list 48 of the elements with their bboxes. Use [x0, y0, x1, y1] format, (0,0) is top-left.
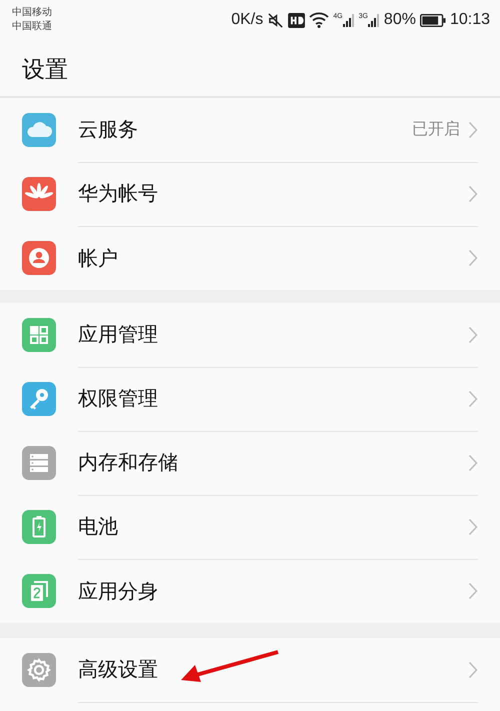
settings-item[interactable]: 华为帐号 [78, 162, 478, 226]
chevron-icon [468, 326, 478, 344]
chevron-icon [468, 184, 478, 202]
settings-item[interactable]: 电池 [78, 494, 478, 560]
battery-icon [420, 14, 446, 26]
item-label: 云服务 [78, 116, 138, 143]
chevron-icon [468, 390, 478, 408]
chevron-icon [468, 518, 478, 536]
chevron-icon [468, 660, 478, 678]
settings-item[interactable]: 权限管理 [78, 366, 478, 432]
item-label: 帐户 [78, 244, 118, 272]
chevron-icon [468, 120, 478, 138]
cloud-icon [22, 113, 56, 147]
item-label: 权限管理 [78, 385, 158, 412]
key-icon [22, 382, 56, 416]
battery-percent: 80% [384, 11, 416, 29]
carrier-name: 中国联通 [12, 20, 52, 34]
chevron-icon [468, 249, 478, 267]
item-label: 应用分身 [78, 578, 158, 604]
item-label: 应用管理 [78, 321, 158, 348]
page-title: 设置 [22, 56, 69, 85]
flower-icon [22, 177, 56, 211]
item-label: 内存和存储 [78, 449, 178, 476]
storage-icon [22, 446, 56, 480]
clone-icon [22, 574, 56, 608]
wifi-icon [309, 12, 330, 28]
gear-icon [22, 653, 56, 687]
item-value: 已开启 [412, 119, 460, 140]
signal-icon [368, 13, 380, 27]
settings-item[interactable]: 帐户 [78, 226, 478, 290]
carrier-name: 中国移动 [12, 6, 52, 20]
mute-icon [267, 12, 284, 28]
item-label: 电池 [78, 513, 118, 540]
settings-item[interactable]: 内存和存储 [78, 430, 478, 496]
item-label: 高级设置 [78, 656, 158, 683]
person-icon [22, 241, 56, 275]
settings-item[interactable]: 应用分身 [78, 559, 478, 623]
hd-icon [288, 12, 306, 28]
chevron-icon [468, 454, 478, 472]
battery-icon [22, 510, 56, 544]
settings-item[interactable]: 云服务 已开启 [78, 98, 478, 162]
clock-time: 10:13 [450, 11, 490, 29]
signal-icon [342, 13, 355, 27]
item-label: 华为帐号 [78, 180, 158, 207]
chevron-icon [468, 582, 478, 600]
settings-item[interactable]: 应用管理 [78, 302, 478, 368]
grid-icon [22, 318, 56, 352]
network-speed: 0K/s [231, 11, 264, 29]
